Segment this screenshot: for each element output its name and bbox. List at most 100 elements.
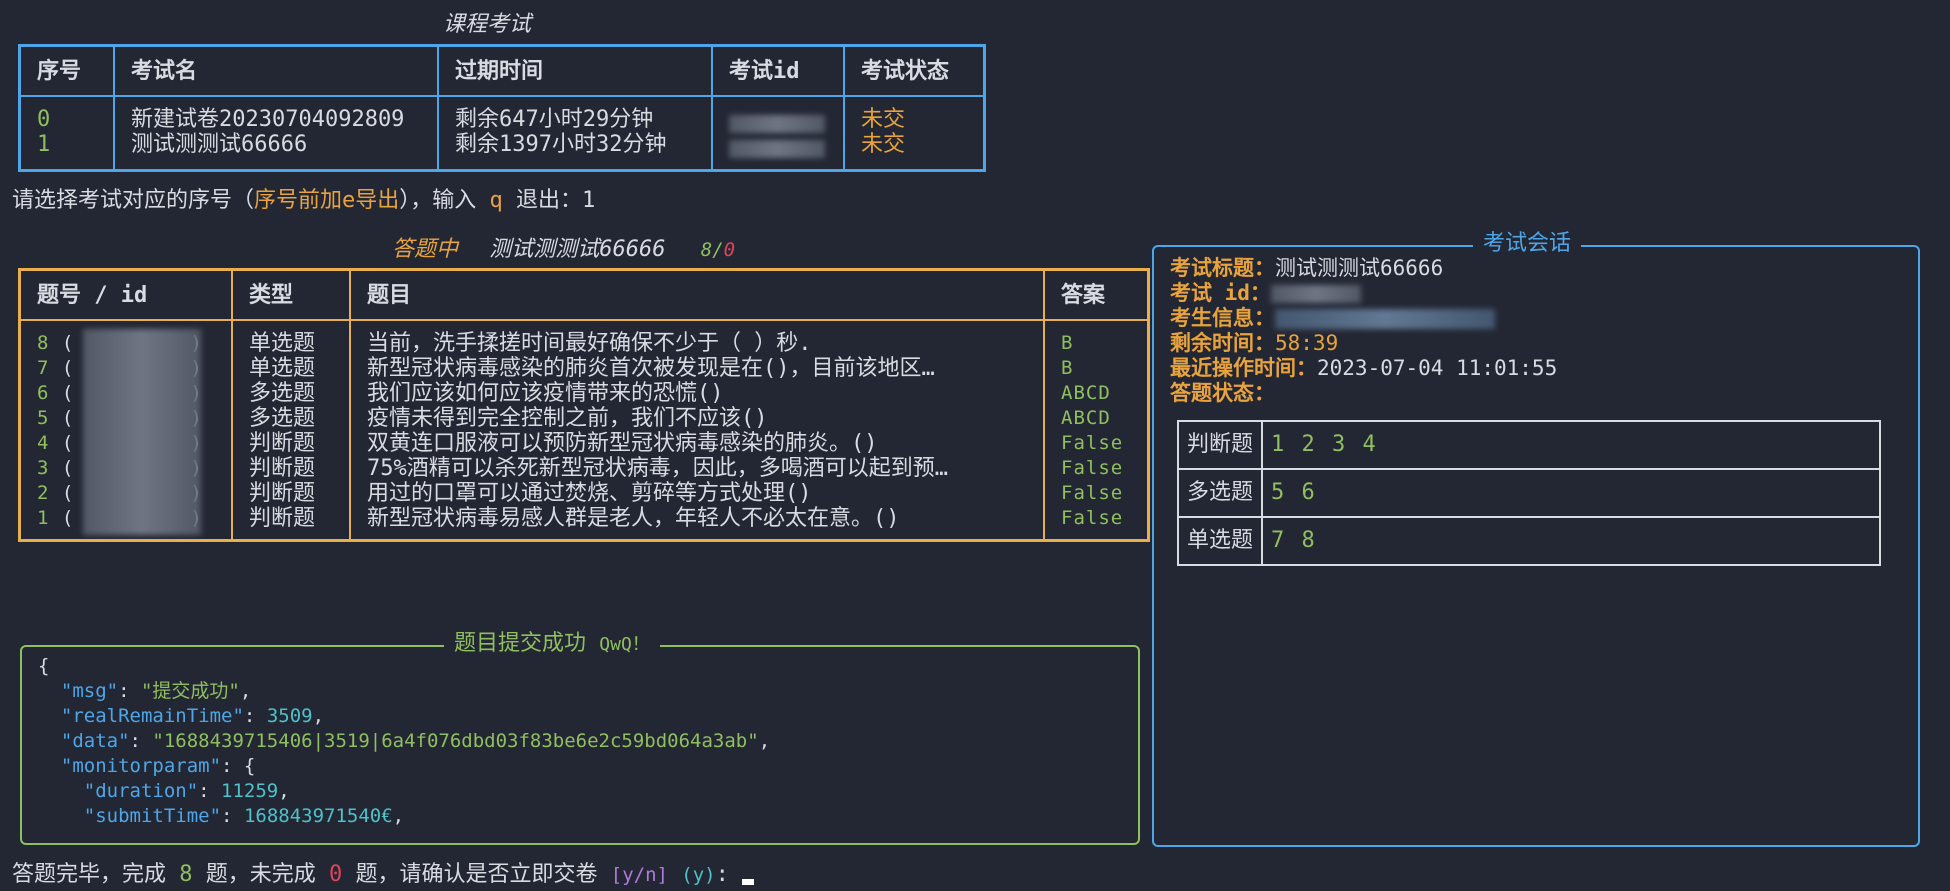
exam-index-cell: 0 1 [18, 95, 115, 172]
status-row: 单选题 7 8 [1176, 516, 1882, 566]
id-paren-open: ( [61, 482, 75, 504]
question-text: 疫情未得到完全控制之前，我们不应该() [367, 406, 768, 431]
question-no: 3 [37, 457, 50, 479]
question-id-cell: 8 () 7 () 6 () 5 () 4 () 3 () 2 () 1 () [18, 319, 233, 542]
status-type: 判断题 [1176, 420, 1264, 470]
status-numbers: 7 8 [1261, 516, 1882, 566]
session-exam-title-row: 考试标题：测试测测试66666 [1170, 256, 1557, 281]
json-value: 11259 [221, 780, 279, 802]
exam-select-prompt: 请选择考试对应的序号（序号前加e导出），输入 q 退出：1 [12, 182, 595, 214]
question-no: 2 [37, 482, 50, 504]
col-header-no-id: 题号 / id [18, 268, 233, 321]
exam-list-body: 0 1 新建试卷20230704092809 测试测测试66666 剩余647小… [18, 95, 986, 172]
question-text: 当前，洗手揉搓时间最好确保不少于（ ）秒. [367, 331, 812, 356]
questions-table: 题号 / id 类型 题目 答案 8 () 7 () 6 () 5 () 4 (… [18, 268, 1150, 542]
exam-status: 未交 [861, 132, 906, 157]
question-no: 5 [37, 407, 50, 429]
exam-expire: 剩余647小时29分钟 [455, 107, 654, 132]
question-type: 多选题 [249, 381, 316, 406]
footer-text: 答题完毕，完成 [12, 862, 167, 887]
question-answer: False [1061, 457, 1124, 479]
id-paren-open: ( [61, 407, 75, 429]
exam-name-cell: 新建试卷20230704092809 测试测测试66666 [113, 95, 439, 172]
col-header-id: 考试id [711, 44, 845, 97]
footer-colon: : [715, 862, 729, 887]
label: 最近操作时间： [1170, 356, 1317, 380]
exam-name: 新建试卷20230704092809 [131, 107, 405, 132]
id-paren-open: ( [61, 382, 75, 404]
question-answer: ABCD [1061, 407, 1111, 429]
status-numbers: 1 2 3 4 [1261, 420, 1882, 470]
exam-list-table: 序号 考试名 过期时间 考试id 考试状态 0 1 新建试卷2023070409… [18, 44, 986, 172]
prompt-hint: 序号前加e导出 [254, 188, 400, 213]
question-type: 单选题 [249, 356, 316, 381]
session-info: 考试标题：测试测测试66666 考试 id： 考生信息： 剩余时间：58:39 … [1170, 256, 1557, 406]
submit-title-text: 题目提交成功 [454, 631, 587, 656]
questions-body: 8 () 7 () 6 () 5 () 4 () 3 () 2 () 1 () … [18, 319, 1150, 542]
question-answer: ABCD [1061, 382, 1111, 404]
prompt-input[interactable]: 1 [582, 188, 595, 213]
session-remain-row: 剩余时间：58:39 [1170, 331, 1557, 356]
json-value: "1688439715406|3519|6a4f076dbd03f83be6e2… [152, 730, 759, 752]
json-key: "duration" [83, 780, 199, 802]
id-paren-open: ( [61, 457, 75, 479]
label: 剩余时间： [1170, 331, 1275, 355]
id-paren-open: ( [61, 357, 75, 379]
id-paren-open: ( [61, 432, 75, 454]
question-text: 双黄连口服液可以预防新型冠状病毒感染的肺炎。() [367, 431, 878, 456]
question-type-cell: 单选题 单选题 多选题 多选题 判断题 判断题 判断题 判断题 [231, 319, 351, 542]
session-panel-title: 考试会话 [1473, 231, 1582, 257]
json-brace: { [38, 655, 50, 677]
json-key: "data" [60, 730, 130, 752]
submit-confirm-prompt: 答题完毕，完成 8 题，未完成 0 题，请确认是否立即交卷 [y/n] (y): [12, 856, 755, 888]
json-key: "submitTime" [83, 805, 222, 827]
json-value: 168843971540€ [243, 805, 393, 827]
exam-list-header-row: 序号 考试名 过期时间 考试id 考试状态 [18, 44, 986, 97]
exam-index[interactable]: 0 [37, 107, 97, 132]
terminal-cursor[interactable] [742, 879, 755, 885]
question-type: 判断题 [249, 506, 316, 531]
answer-status-table: 判断题 1 2 3 4 多选题 5 6 单选题 7 8 [1176, 420, 1882, 566]
question-text: 用过的口罩可以通过焚烧、剪碎等方式处理() [367, 481, 812, 506]
id-paren-open: ( [61, 332, 75, 354]
questions-header-row: 题号 / id 类型 题目 答案 [18, 268, 1150, 321]
session-last-op-row: 最近操作时间：2023-07-04 11:01:55 [1170, 356, 1557, 381]
question-type: 判断题 [249, 481, 316, 506]
status-row: 判断题 1 2 3 4 [1176, 420, 1882, 470]
progress-done: 8 [700, 239, 713, 261]
status-type: 多选题 [1176, 468, 1264, 518]
submit-title-suffix: QwQ！ [599, 634, 650, 655]
label: 答题状态： [1170, 381, 1275, 405]
col-header-answer: 答案 [1043, 268, 1150, 321]
question-type: 单选题 [249, 331, 316, 356]
question-text: 75%酒精可以杀死新型冠状病毒，因此，多喝酒可以起到预… [367, 456, 948, 481]
session-answer-status-row: 答题状态： [1170, 381, 1557, 406]
exam-status-cell: 未交 未交 [843, 95, 986, 172]
redacted-exam-id [1270, 285, 1361, 303]
confirm-options: [y/n] [610, 864, 668, 886]
exam-index[interactable]: 1 [37, 132, 97, 157]
question-answer: False [1061, 482, 1124, 504]
submit-response-json: { "msg": "提交成功", "realRemainTime": 3509,… [38, 655, 771, 827]
question-no: 1 [37, 507, 50, 529]
prompt-text: 请选择考试对应的序号（ [12, 188, 255, 213]
question-text: 我们应该如何应该疫情带来的恐慌() [367, 381, 724, 406]
session-exam-id-row: 考试 id： [1170, 281, 1557, 306]
footer-text: 题，请确认是否立即交卷 [355, 862, 598, 887]
redacted-student-info [1275, 309, 1495, 329]
question-type: 判断题 [249, 456, 316, 481]
status-numbers: 5 6 [1261, 468, 1882, 518]
prompt-text: ），输入 [399, 188, 477, 213]
question-answer-cell: B B ABCD ABCD False False False False [1043, 319, 1150, 542]
answering-exam-name: 测试测测试66666 [489, 237, 666, 262]
exam-expire: 剩余1397小时32分钟 [455, 132, 667, 157]
question-no: 8 [37, 332, 50, 354]
status-type: 单选题 [1176, 516, 1264, 566]
col-header-expire: 过期时间 [437, 44, 713, 97]
question-answer: False [1061, 432, 1124, 454]
question-text: 新型冠状病毒易感人群是老人，年轻人不必太在意。() [367, 506, 900, 531]
redacted-exam-id [729, 115, 825, 133]
question-no: 6 [37, 382, 50, 404]
json-key: "realRemainTime" [60, 705, 244, 727]
exam-name: 测试测测试66666 [131, 132, 308, 157]
